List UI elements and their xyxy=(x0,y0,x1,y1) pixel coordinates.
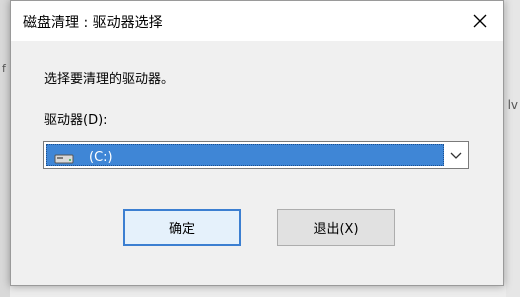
dialog-title: 磁盘清理 : 驱动器选择 xyxy=(23,15,163,31)
drive-select[interactable]: (C:) xyxy=(43,141,469,169)
background-text-right: lv xyxy=(507,98,518,112)
hard-drive-icon xyxy=(54,154,74,164)
ok-button[interactable]: 确定 xyxy=(123,209,241,246)
selected-option-highlight: (C:) xyxy=(46,144,444,166)
background-window-left: f xyxy=(0,0,10,297)
title-bar: 磁盘清理 : 驱动器选择 xyxy=(11,1,503,41)
drive-field-label: 驱动器(D): xyxy=(44,113,108,128)
instruction-text: 选择要清理的驱动器。 xyxy=(44,72,175,87)
close-button[interactable] xyxy=(457,1,503,41)
close-icon xyxy=(473,14,487,28)
exit-button[interactable]: 退出(X) xyxy=(277,209,395,246)
drive-selection-dialog: 磁盘清理 : 驱动器选择 选择要清理的驱动器。 驱动器(D): (C:) 确定 … xyxy=(10,0,504,286)
background-text-left: f xyxy=(2,62,6,75)
chevron-down-icon[interactable] xyxy=(449,150,463,160)
selected-drive-text: (C:) xyxy=(89,150,113,165)
background-window-right: lv xyxy=(506,0,520,297)
